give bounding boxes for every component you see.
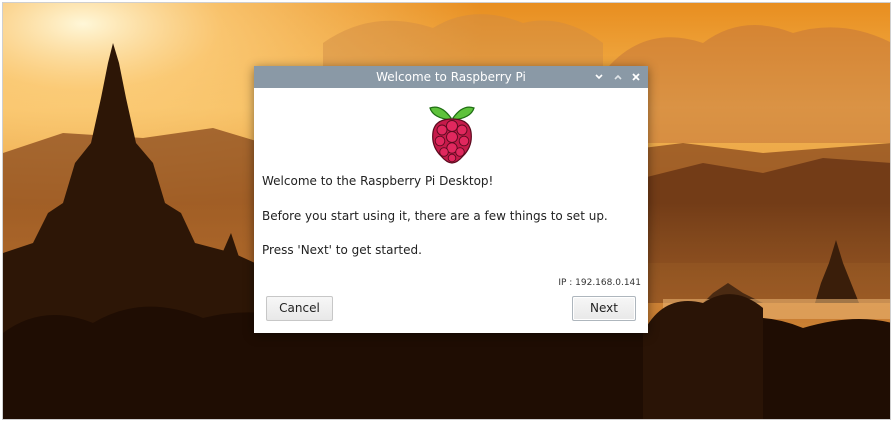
welcome-message: Welcome to the Raspberry Pi Desktop!: [262, 174, 494, 188]
close-icon[interactable]: [628, 69, 644, 85]
maximize-icon[interactable]: [610, 69, 626, 85]
desktop: Welcome to Raspberry Pi Welcome to the R…: [2, 2, 891, 420]
raspberry-pi-logo: [429, 106, 475, 164]
dialog-title: Welcome to Raspberry Pi: [376, 70, 526, 84]
instruction-message: Press 'Next' to get started.: [262, 243, 422, 257]
minimize-icon[interactable]: [591, 69, 607, 85]
welcome-dialog: Welcome to Raspberry Pi Welcome to the R…: [254, 66, 648, 333]
setup-message: Before you start using it, there are a f…: [262, 209, 608, 223]
next-button[interactable]: Next: [572, 296, 636, 321]
cancel-button[interactable]: Cancel: [266, 296, 333, 321]
ip-address: IP : 192.168.0.141: [558, 278, 641, 288]
dialog-titlebar[interactable]: Welcome to Raspberry Pi: [254, 66, 648, 88]
